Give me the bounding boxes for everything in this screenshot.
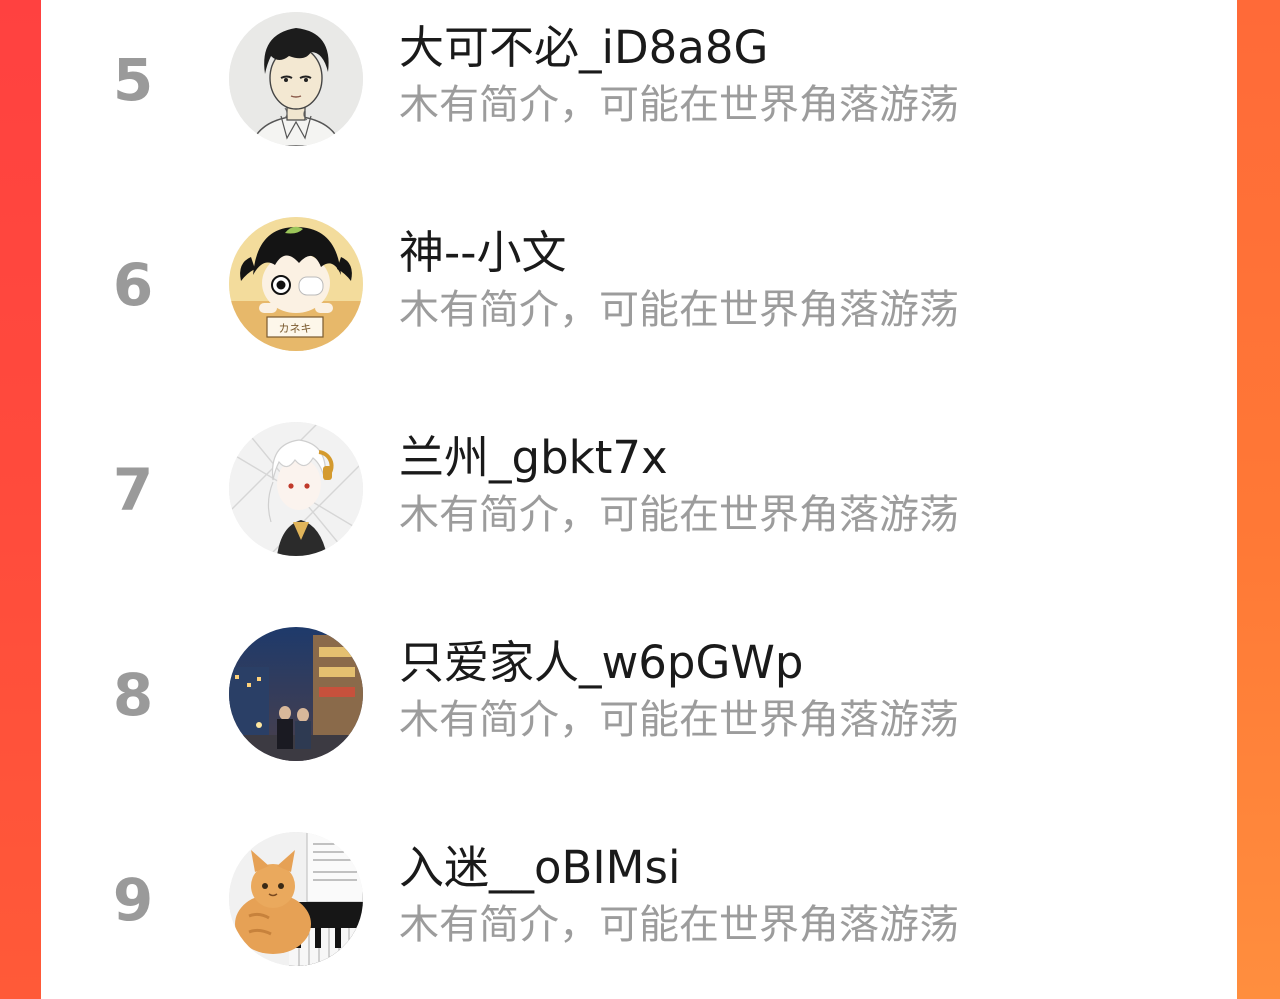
avatar[interactable]	[229, 627, 363, 761]
user-name[interactable]: 兰州_gbkt7x	[399, 430, 668, 486]
rank-number: 5	[112, 46, 154, 114]
user-bio: 木有简介，可能在世界角落游荡	[399, 492, 959, 538]
page-frame-left	[0, 0, 41, 999]
rank-number: 6	[112, 251, 154, 319]
ranking-row[interactable]: 5 大可不必_iD8a8G 木有简介，可能在世界角落游荡	[41, 0, 1237, 150]
ranking-panel: 5 大可不必_iD8a8G 木有简介，可能在世界角落游荡 6 カネキ 神--小文…	[41, 0, 1237, 999]
night-street-photo-avatar-image	[229, 627, 363, 761]
rank-number: 9	[112, 866, 154, 934]
user-name[interactable]: 神--小文	[399, 225, 566, 281]
ranking-row[interactable]: 6 カネキ 神--小文 木有简介，可能在世界角落游荡	[41, 205, 1237, 355]
ranking-row[interactable]: 7 兰州_gbkt7x 木有简介，可能在世界角落游荡	[41, 410, 1237, 560]
ranking-row[interactable]: 9 入迷__oBIMsi 木有简介，可能在世界角落游荡	[41, 820, 1237, 970]
white-hair-anime-avatar-image	[229, 422, 363, 556]
rank-number: 7	[112, 456, 154, 524]
rank-number: 8	[112, 661, 154, 729]
svg-text:カネキ: カネキ	[279, 322, 312, 335]
avatar[interactable]	[229, 422, 363, 556]
user-bio: 木有简介，可能在世界角落游荡	[399, 902, 959, 948]
avatar[interactable]	[229, 12, 363, 146]
page-frame-right	[1237, 0, 1280, 999]
sketched-boy-avatar-image	[229, 12, 363, 146]
user-name[interactable]: 入迷__oBIMsi	[399, 840, 680, 896]
user-bio: 木有简介，可能在世界角落游荡	[399, 697, 959, 743]
orange-cat-piano-avatar-image	[229, 832, 363, 966]
user-name[interactable]: 只爱家人_w6pGWp	[399, 635, 803, 691]
user-bio: 木有简介，可能在世界角落游荡	[399, 287, 959, 333]
user-name[interactable]: 大可不必_iD8a8G	[399, 20, 768, 76]
user-bio: 木有简介，可能在世界角落游荡	[399, 82, 959, 128]
avatar[interactable]	[229, 832, 363, 966]
anime-boy-in-box-avatar-image: カネキ	[229, 217, 363, 351]
ranking-row[interactable]: 8 只爱家人_w6pGWp 木有简介，可能在世界角落游荡	[41, 615, 1237, 765]
avatar[interactable]: カネキ	[229, 217, 363, 351]
